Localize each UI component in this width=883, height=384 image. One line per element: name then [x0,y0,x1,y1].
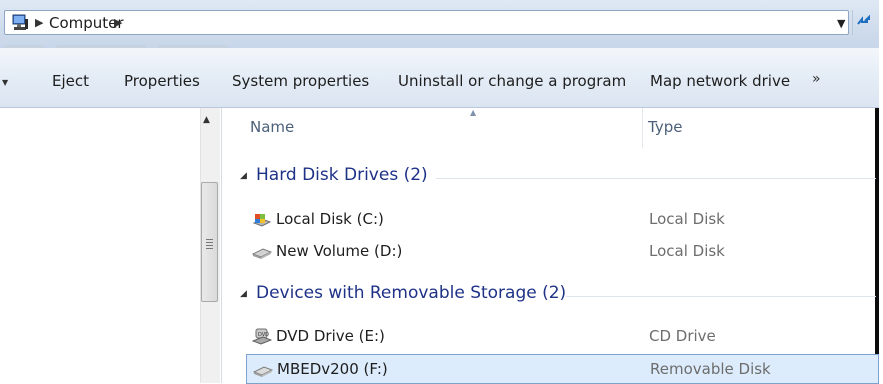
organize-dropdown-icon[interactable]: ▼ [2,78,8,87]
group-removable-storage[interactable]: ◢ Devices with Removable Storage (2) [236,281,876,311]
list-item[interactable]: New Volume (D:) Local Disk [246,237,879,267]
item-name[interactable]: MBEDv200 (F:) [277,360,388,378]
eject-button[interactable]: Eject [52,72,89,90]
address-bar-faded-text [4,36,704,51]
removable-drive-icon [253,366,273,377]
map-network-drive-button[interactable]: Map network drive [650,72,790,90]
item-type: Removable Disk [650,360,771,378]
computer-icon [12,14,28,30]
navigation-pane[interactable] [0,108,222,383]
address-bar-strip: ▶ Computer ▶ ▼ [0,0,879,51]
address-history-dropdown-icon[interactable]: ▼ [837,17,845,30]
list-item-selected[interactable]: MBEDv200 (F:) Removable Disk [246,354,879,384]
collapse-triangle-icon[interactable]: ◢ [240,289,247,299]
group-divider [436,178,876,179]
hard-drive-icon [252,248,272,259]
command-toolbar: ▼ Eject Properties System properties Uni… [0,48,879,108]
breadcrumb-arrow-icon[interactable]: ▶ [114,16,122,29]
list-item[interactable]: DVD DVD Drive (E:) CD Drive [246,322,879,352]
column-type-header[interactable]: Type [648,118,682,136]
group-hard-disk-drives[interactable]: ◢ Hard Disk Drives (2) [236,163,876,193]
grip-icon [206,239,213,251]
item-name[interactable]: New Volume (D:) [276,242,402,260]
uninstall-program-button[interactable]: Uninstall or change a program [398,72,626,90]
item-name[interactable]: Local Disk (C:) [276,210,384,228]
group-label: Devices with Removable Storage (2) [256,283,567,303]
list-item[interactable]: Local Disk (C:) Local Disk [246,205,879,235]
item-type: CD Drive [649,327,716,345]
column-header-row: Name ▲ Type [222,108,879,148]
group-divider [566,296,876,297]
system-drive-icon [252,214,272,227]
toolbar-overflow-button[interactable]: » [812,71,821,87]
scrollbar-thumb[interactable] [201,182,218,302]
column-name-header[interactable]: Name [250,118,294,136]
address-bar[interactable]: ▶ Computer ▶ ▼ [4,10,849,35]
properties-button[interactable]: Properties [124,72,200,90]
scroll-up-arrow-icon[interactable]: ▲ [203,115,210,125]
dvd-drive-icon: DVD [252,328,272,345]
item-type: Local Disk [649,210,725,228]
refresh-button[interactable] [852,10,876,35]
group-label: Hard Disk Drives (2) [256,165,428,185]
breadcrumb-computer[interactable]: Computer [49,14,124,32]
breadcrumb-arrow-icon[interactable]: ▶ [35,16,43,29]
sort-ascending-icon: ▲ [470,108,477,117]
item-name[interactable]: DVD Drive (E:) [276,327,385,345]
column-separator[interactable] [642,108,643,148]
item-type: Local Disk [649,242,725,260]
refresh-icon [857,15,870,25]
system-properties-button[interactable]: System properties [232,72,369,90]
collapse-triangle-icon[interactable]: ◢ [240,171,247,181]
